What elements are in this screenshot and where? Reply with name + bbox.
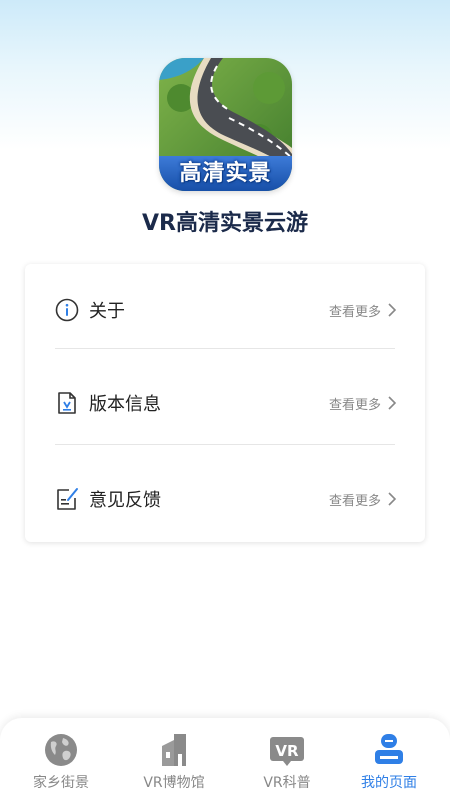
- app-title: VR高清实景云游: [142, 211, 308, 236]
- vr-badge-icon: VR: [270, 737, 304, 766]
- menu-item-label: 意见反馈: [89, 490, 161, 511]
- bottom-tab-bar: 家乡街景 VR博物馆 VR VR科普 我的页面: [0, 718, 450, 800]
- chevron-right-icon: [388, 396, 397, 410]
- menu-item-version[interactable]: 版本信息 查看更多: [25, 357, 425, 449]
- globe-icon: [45, 734, 77, 766]
- tab-my-page[interactable]: 我的页面: [333, 718, 445, 800]
- menu-item-about[interactable]: 关于 查看更多: [25, 264, 425, 356]
- chevron-right-icon: [388, 303, 397, 317]
- view-more-link[interactable]: 查看更多: [329, 394, 381, 413]
- app-logo: 高清实景: [159, 58, 292, 191]
- app-logo-caption: 高清实景: [179, 161, 272, 186]
- divider: [55, 348, 395, 349]
- tab-hometown-street[interactable]: 家乡街景: [5, 718, 117, 800]
- user-profile-icon: [375, 734, 403, 764]
- menu-item-feedback[interactable]: 意见反馈 查看更多: [25, 453, 425, 545]
- document-version-icon: [58, 392, 76, 414]
- tab-label: VR博物馆: [143, 775, 205, 791]
- svg-text:VR: VR: [275, 742, 299, 760]
- chevron-right-icon: [388, 492, 397, 506]
- tab-vr-science[interactable]: VR VR科普: [231, 718, 343, 800]
- menu-item-label: 关于: [89, 301, 125, 322]
- view-more-link[interactable]: 查看更多: [329, 301, 381, 320]
- view-more-link[interactable]: 查看更多: [329, 490, 381, 509]
- tab-label: 我的页面: [361, 775, 417, 791]
- tab-label: VR科普: [263, 775, 311, 791]
- settings-menu-card: 关于 查看更多 版本信息 查看更多 意见反馈 查看更多: [25, 264, 425, 542]
- tab-vr-museum[interactable]: VR博物馆: [118, 718, 230, 800]
- feedback-edit-icon: [57, 488, 78, 510]
- info-circle-icon: [55, 298, 79, 322]
- building-icon: [162, 734, 186, 766]
- tab-label: 家乡街景: [33, 775, 89, 791]
- menu-item-label: 版本信息: [89, 394, 161, 415]
- divider: [55, 444, 395, 445]
